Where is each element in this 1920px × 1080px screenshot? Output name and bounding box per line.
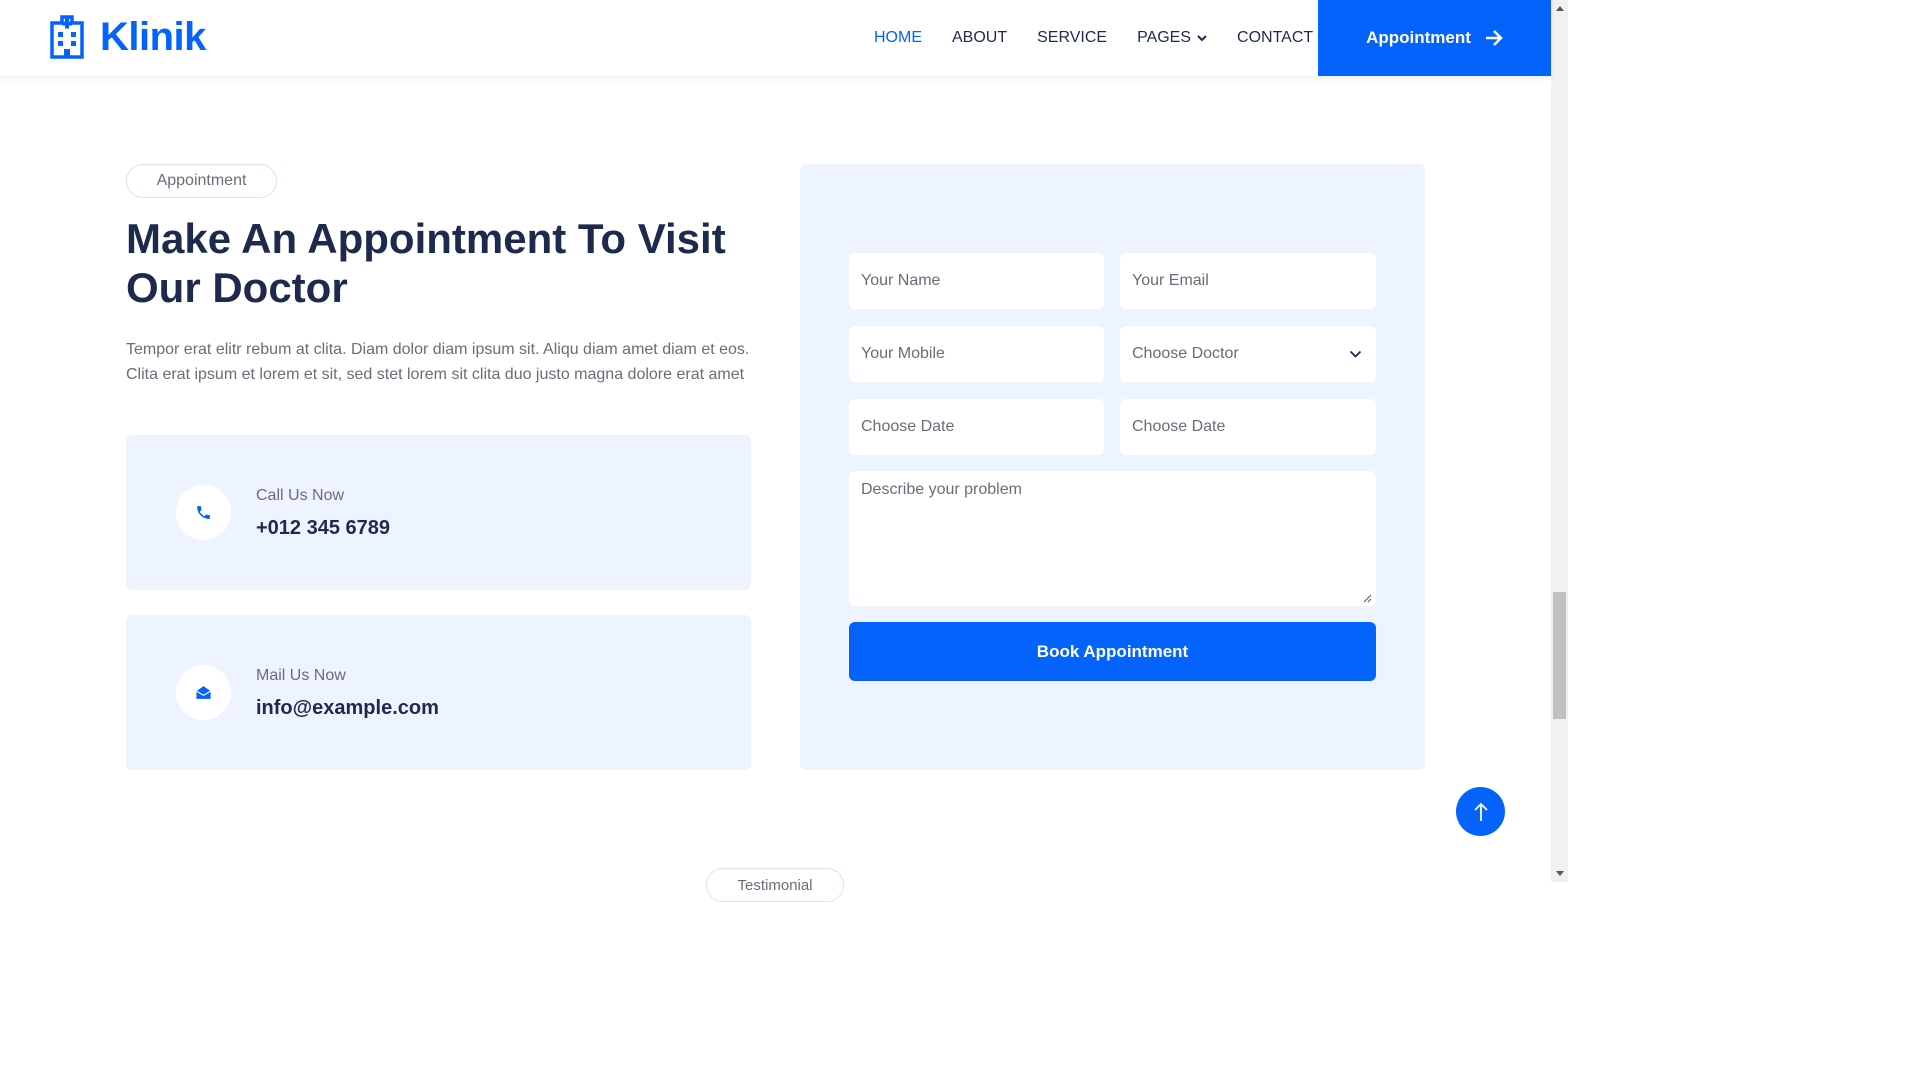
- email-input[interactable]: Your Email: [1120, 253, 1376, 309]
- section-description: Tempor erat elitr rebum at clita. Diam d…: [126, 341, 750, 383]
- email-placeholder: Your Email: [1132, 272, 1209, 289]
- arrow-right-icon: [1485, 30, 1503, 46]
- mail-card: Mail Us Now info@example.com: [126, 615, 751, 770]
- nav-item-pages[interactable]: PAGES: [1137, 29, 1207, 47]
- mobile-placeholder: Your Mobile: [861, 345, 945, 362]
- nav-item-contact[interactable]: CONTACT: [1237, 29, 1313, 47]
- mail-icon-circle: [176, 665, 231, 720]
- appointment-button-label: Appointment: [1366, 28, 1471, 47]
- appointment-button[interactable]: Appointment: [1318, 0, 1551, 76]
- problem-placeholder: Describe your problem: [861, 481, 1022, 498]
- date-input[interactable]: Choose Date: [849, 399, 1104, 455]
- name-input[interactable]: Your Name: [849, 253, 1104, 309]
- back-to-top-button[interactable]: [1456, 787, 1505, 836]
- section-heading-line1: Make An Appointment To Visit: [126, 215, 726, 262]
- call-card: Call Us Now +012 345 6789: [126, 435, 751, 590]
- nav-item-service[interactable]: SERVICE: [1037, 29, 1107, 47]
- mobile-input[interactable]: Your Mobile: [849, 326, 1104, 382]
- nav-item-about[interactable]: ABOUT: [952, 29, 1007, 47]
- navbar: Klinik HOME ABOUT SERVICE PAGES CONTACT …: [0, 0, 1551, 76]
- problem-textarea[interactable]: Describe your problem: [849, 471, 1376, 606]
- triangle-up-icon: [1555, 6, 1564, 11]
- name-placeholder: Your Name: [861, 272, 941, 289]
- envelope-open-icon: [196, 686, 211, 699]
- nav-item-home[interactable]: HOME: [874, 29, 922, 47]
- doctor-select-value: Choose Doctor: [1132, 345, 1239, 362]
- phone-icon: [197, 506, 210, 519]
- book-appointment-button[interactable]: Book Appointment: [849, 622, 1376, 681]
- arrow-up-icon: [1473, 802, 1488, 821]
- hospital-building-icon: [50, 15, 84, 59]
- time-input[interactable]: Choose Date: [1120, 399, 1376, 455]
- scroll-down-arrow[interactable]: [1551, 865, 1568, 882]
- triangle-down-icon: [1555, 871, 1564, 876]
- mail-label: Mail Us Now: [256, 667, 346, 684]
- phone-number[interactable]: +012 345 6789: [256, 517, 390, 540]
- testimonial-tag: Testimonial: [706, 868, 844, 902]
- resize-handle-icon[interactable]: [1363, 594, 1372, 603]
- date-placeholder: Choose Date: [861, 418, 955, 435]
- chevron-down-icon: [1349, 350, 1362, 358]
- page-scrollbar[interactable]: [1551, 0, 1568, 882]
- brand-logo[interactable]: Klinik: [48, 14, 206, 60]
- call-label: Call Us Now: [256, 487, 345, 504]
- scrollbar-thumb[interactable]: [1553, 592, 1566, 719]
- section-heading-line2: Our Doctor: [126, 264, 348, 311]
- main-nav: HOME ABOUT SERVICE PAGES CONTACT: [874, 0, 1343, 76]
- section-heading: Make An Appointment To Visit Our Doctor: [126, 214, 766, 312]
- brand-name: Klinik: [100, 14, 206, 59]
- nav-item-pages-label: PAGES: [1137, 29, 1192, 46]
- time-placeholder: Choose Date: [1132, 418, 1226, 435]
- email-address[interactable]: info@example.com: [256, 697, 439, 720]
- doctor-select[interactable]: Choose Doctor: [1120, 326, 1376, 382]
- call-icon-circle: [176, 485, 231, 540]
- scroll-up-arrow[interactable]: [1551, 0, 1568, 17]
- chevron-down-icon: [1197, 35, 1207, 42]
- section-tag: Appointment: [126, 164, 277, 198]
